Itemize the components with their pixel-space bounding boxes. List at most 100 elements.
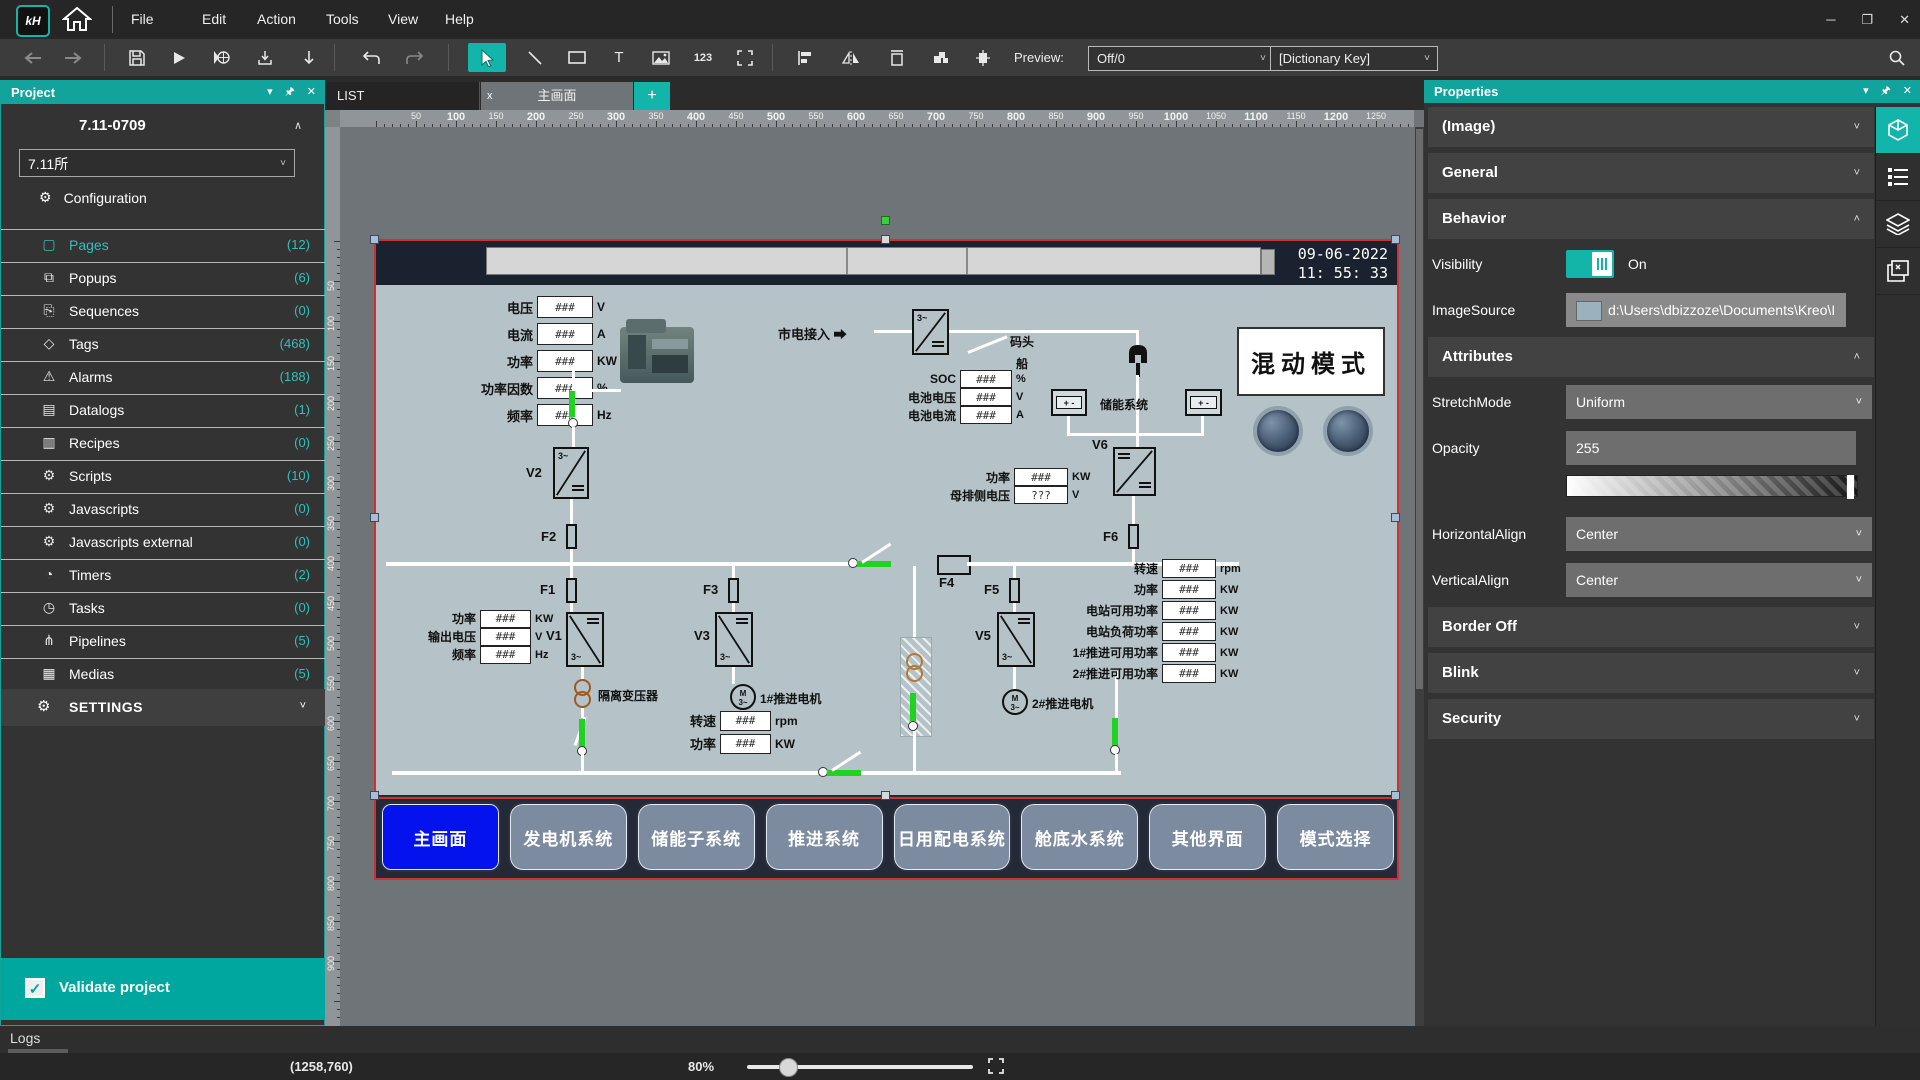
value-box[interactable]: ### bbox=[960, 370, 1012, 388]
logs-bar[interactable]: Logs bbox=[0, 1026, 1920, 1053]
resize-handle[interactable] bbox=[370, 791, 379, 800]
breaker-f1[interactable] bbox=[566, 578, 577, 603]
mode-display-box[interactable]: 混动模式 bbox=[1237, 327, 1385, 396]
opacity-gradient-slider[interactable] bbox=[1566, 475, 1858, 497]
home-icon[interactable] bbox=[62, 6, 92, 32]
zoom-slider-handle[interactable] bbox=[779, 1058, 798, 1077]
line-tool-icon[interactable] bbox=[520, 43, 550, 72]
close-icon[interactable]: ✕ bbox=[1899, 12, 1910, 28]
value-box[interactable]: ### bbox=[480, 610, 531, 628]
resize-handle[interactable] bbox=[881, 235, 890, 244]
value-box[interactable]: ### bbox=[480, 628, 531, 646]
back-icon[interactable] bbox=[18, 43, 48, 72]
redo-icon[interactable] bbox=[400, 43, 430, 72]
resize-handle[interactable] bbox=[1391, 235, 1400, 244]
sidebar-item[interactable]: ▢ Pages (12) bbox=[1, 230, 326, 263]
value-box[interactable]: ### bbox=[960, 406, 1012, 424]
page-nav-button[interactable]: 日用配电系统 bbox=[894, 804, 1011, 870]
menu-help[interactable]: Help bbox=[433, 0, 486, 39]
converter-v5[interactable]: 3~ bbox=[997, 612, 1035, 667]
value-box[interactable]: ### bbox=[537, 377, 593, 399]
indicator-button-2[interactable] bbox=[1323, 406, 1373, 456]
menu-action[interactable]: Action bbox=[245, 0, 308, 39]
tab-active-page[interactable]: x 主画面 bbox=[481, 82, 633, 110]
verticalalign-dropdown[interactable]: Center˅ bbox=[1566, 563, 1872, 597]
sidebar-item[interactable]: ⎘ Sequences (0) bbox=[1, 296, 326, 329]
tab-list[interactable]: LIST bbox=[325, 82, 480, 110]
align-tool-icon[interactable] bbox=[790, 43, 820, 72]
value-box[interactable]: ### bbox=[1162, 559, 1216, 578]
download-icon[interactable] bbox=[294, 43, 324, 72]
sidebar-item[interactable]: ▦ Medias (5) bbox=[1, 659, 326, 692]
tab-layers-icon[interactable] bbox=[1876, 201, 1920, 248]
fit-to-screen-icon[interactable] bbox=[988, 1058, 1004, 1077]
window-controls[interactable]: ─ ❐ ✕ bbox=[1826, 0, 1910, 39]
section-image[interactable]: (Image)˅ bbox=[1428, 107, 1874, 147]
breaker-f3[interactable] bbox=[728, 578, 739, 603]
page-nav-button[interactable]: 模式选择 bbox=[1277, 804, 1394, 870]
preview-dropdown[interactable]: Off/0˅ bbox=[1088, 46, 1274, 71]
converter-v3[interactable]: 3~ bbox=[715, 612, 753, 667]
horizontalalign-dropdown[interactable]: Center˅ bbox=[1566, 517, 1872, 551]
section-security[interactable]: Security˅ bbox=[1428, 699, 1874, 739]
pin-icon[interactable]: 🖈 bbox=[1881, 80, 1891, 103]
add-page-button[interactable]: + bbox=[634, 82, 670, 110]
anchor-tool-icon[interactable] bbox=[968, 43, 998, 72]
sidebar-item[interactable]: ⧉ Popups (6) bbox=[1, 263, 326, 296]
converter-v1[interactable]: 3~ bbox=[566, 612, 604, 667]
close-icon[interactable]: ✕ bbox=[307, 81, 316, 104]
value-box[interactable]: ### bbox=[1162, 664, 1216, 683]
opacity-slider-handle[interactable] bbox=[1846, 474, 1855, 500]
section-general[interactable]: General˅ bbox=[1428, 153, 1874, 193]
sidebar-item[interactable]: ▥ Recipes (0) bbox=[1, 428, 326, 461]
visibility-toggle[interactable] bbox=[1566, 250, 1614, 278]
value-box[interactable]: ### bbox=[1162, 580, 1216, 599]
hmi-page[interactable]: 09-06-2022 11: 55: 33 电压 ### V 电流 ### bbox=[376, 241, 1397, 878]
undo-icon[interactable] bbox=[356, 43, 386, 72]
sidebar-item[interactable]: ▤ Datalogs (1) bbox=[1, 395, 326, 428]
value-box[interactable]: ### bbox=[537, 350, 593, 372]
breaker-f2[interactable] bbox=[566, 524, 577, 549]
tab-close-icon[interactable]: x bbox=[487, 82, 493, 110]
number-tool-icon[interactable]: 123 bbox=[688, 43, 718, 72]
selection-frame-tool-icon[interactable] bbox=[730, 43, 760, 72]
resize-handle[interactable] bbox=[370, 513, 379, 522]
converter-v2[interactable]: 3~ bbox=[553, 447, 589, 499]
canvas-vertical-scrollbar[interactable] bbox=[1415, 127, 1424, 1026]
page-nav-button[interactable]: 舱底水系统 bbox=[1021, 804, 1138, 870]
forward-icon[interactable] bbox=[58, 43, 88, 72]
sidebar-item[interactable]: ◇ Tags (468) bbox=[1, 329, 326, 362]
menu-tools[interactable]: Tools bbox=[314, 0, 371, 39]
page-nav-button[interactable]: 发电机系统 bbox=[510, 804, 627, 870]
search-icon[interactable] bbox=[1882, 43, 1912, 72]
propulsion-motor-2[interactable]: M3~ bbox=[1002, 689, 1028, 715]
sidebar-item[interactable]: ⚠ Alarms (188) bbox=[1, 362, 326, 395]
menu-file[interactable]: File bbox=[119, 0, 166, 39]
import-icon[interactable] bbox=[250, 43, 280, 72]
page-nav-button[interactable]: 其他界面 bbox=[1149, 804, 1266, 870]
sidebar-item[interactable]: ⚙ Scripts (10) bbox=[1, 461, 326, 494]
publish-icon[interactable] bbox=[206, 43, 236, 72]
page-nav-button[interactable]: 推进系统 bbox=[766, 804, 883, 870]
value-box[interactable]: ### bbox=[1162, 622, 1216, 641]
battery-1[interactable]: + - bbox=[1051, 389, 1087, 416]
save-icon[interactable] bbox=[122, 43, 152, 72]
collapse-icon[interactable]: ▾ bbox=[267, 81, 273, 104]
page-nav-button[interactable]: 主画面 bbox=[382, 804, 499, 870]
tab-list-icon[interactable] bbox=[1876, 154, 1920, 201]
flip-tool-icon[interactable] bbox=[836, 43, 866, 72]
configuration-item[interactable]: ⚙ Configuration bbox=[39, 189, 147, 206]
dictionary-dropdown[interactable]: [Dictionary Key]˅ bbox=[1270, 46, 1438, 71]
page-nav-button[interactable]: 储能子系统 bbox=[638, 804, 755, 870]
resize-handle[interactable] bbox=[1391, 513, 1400, 522]
value-box[interactable]: ### bbox=[720, 734, 771, 754]
value-box[interactable]: ### bbox=[537, 296, 593, 318]
device-selector[interactable]: 7.11所˅ bbox=[19, 149, 295, 177]
converter-v6[interactable] bbox=[1113, 447, 1156, 496]
resize-handle[interactable] bbox=[370, 235, 379, 244]
breaker-f4[interactable] bbox=[937, 555, 971, 575]
tab-pages-icon[interactable] bbox=[1876, 248, 1920, 295]
value-box[interactable]: ### bbox=[480, 646, 531, 664]
sidebar-item[interactable]: ⚙ Javascripts (0) bbox=[1, 494, 326, 527]
run-icon[interactable] bbox=[164, 43, 194, 72]
